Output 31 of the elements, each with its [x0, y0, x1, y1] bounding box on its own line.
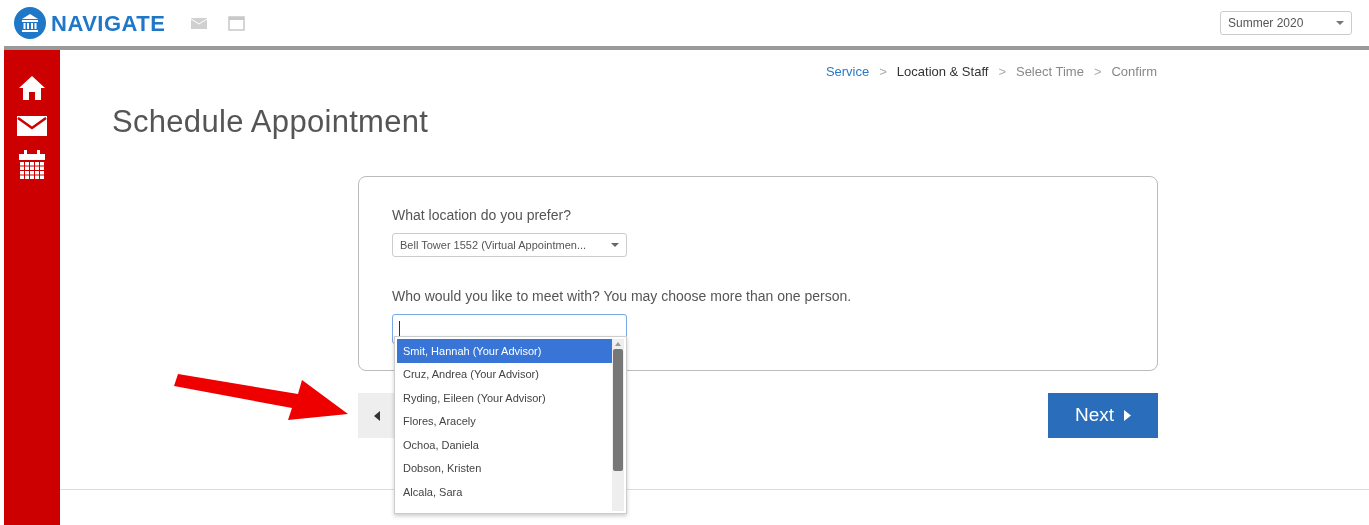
breadcrumb-separator: >: [879, 63, 887, 81]
staff-option[interactable]: Smit, Hannah (Your Advisor): [397, 339, 612, 363]
staff-option[interactable]: Flores, Aracely: [397, 409, 612, 433]
mail-icon[interactable]: [17, 116, 47, 136]
breadcrumb-step[interactable]: Service: [825, 62, 870, 82]
caret-icon: [1336, 21, 1344, 25]
logo-text: NAVIGATE: [51, 9, 166, 38]
breadcrumb-separator: >: [998, 63, 1006, 81]
staff-option[interactable]: Dobson, Kristen: [397, 456, 612, 480]
logo-icon: [14, 7, 46, 39]
staff-option[interactable]: Ochoa, Daniela: [397, 433, 612, 457]
field-label: Who would you like to meet with? You may choose more than one person.: [392, 287, 853, 306]
caret-icon: [611, 243, 619, 247]
caret-right-icon: [1124, 410, 1132, 421]
scroll-up-icon[interactable]: [615, 342, 621, 346]
staff-option[interactable]: Cruz, Andrea (Your Advisor): [397, 362, 612, 386]
caret-left-icon: [373, 410, 380, 421]
field-label: What location do you prefer?: [392, 206, 572, 225]
location-select[interactable]: Bell Tower 1552 (Virtual Appointmen...: [392, 233, 627, 257]
breadcrumb-step: Confirm: [1111, 62, 1157, 82]
next-button[interactable]: Next: [1048, 393, 1158, 438]
scrollbar[interactable]: [612, 339, 624, 511]
staff-option[interactable]: Alcala, Sara: [397, 480, 612, 504]
home-icon[interactable]: [17, 74, 47, 102]
breadcrumb-separator: >: [1093, 63, 1102, 81]
calendar-icon[interactable]: [19, 150, 45, 180]
term-select[interactable]: Summer 2020: [1220, 11, 1352, 35]
staff-option[interactable]: Ryding, Eileen (Your Advisor): [397, 386, 612, 410]
breadcrumb-step: Select Time: [1015, 62, 1084, 82]
page-title: Schedule Appointment: [112, 102, 430, 141]
breadcrumb-step: Location & Staff: [896, 62, 989, 82]
